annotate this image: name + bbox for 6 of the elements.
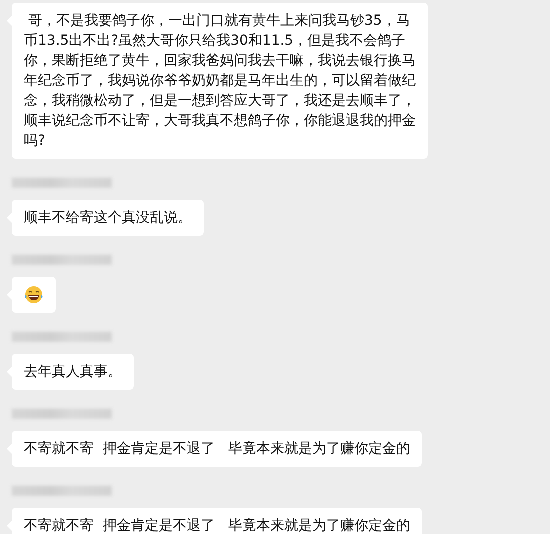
message-bubble: 顺丰不给寄这个真没乱说。 [12, 200, 204, 236]
laughing-face-icon [24, 285, 44, 305]
message-bubble: 不寄就不寄 押金肯定是不退了 毕竟本来就是为了赚你定金的 [12, 431, 422, 467]
message-bubble: 去年真人真事。 [12, 354, 134, 390]
message-bubble: 哥，不是我要鸽子你，一出门口就有黄牛上来问我马钞35，马币13.5出不出?虽然大哥你只给我30和11.5，但是我不会鸽子你，果断拒绝了黄牛，回家我爸妈问我去干嘛，我说去银行换马年纪念币了，我妈说你爷爷奶奶都是马年出生的，可以留着做纪念，我稍微松动了，但是一想到答应大哥了，我还是去顺丰了，顺丰说纪念币不让寄，大哥我真不想鸽子你，你能退退我的押金吗? [12, 3, 428, 159]
message-bubble: 不寄就不寄 押金肯定是不退了 毕竟本来就是为了赚你定金的 [12, 508, 422, 534]
